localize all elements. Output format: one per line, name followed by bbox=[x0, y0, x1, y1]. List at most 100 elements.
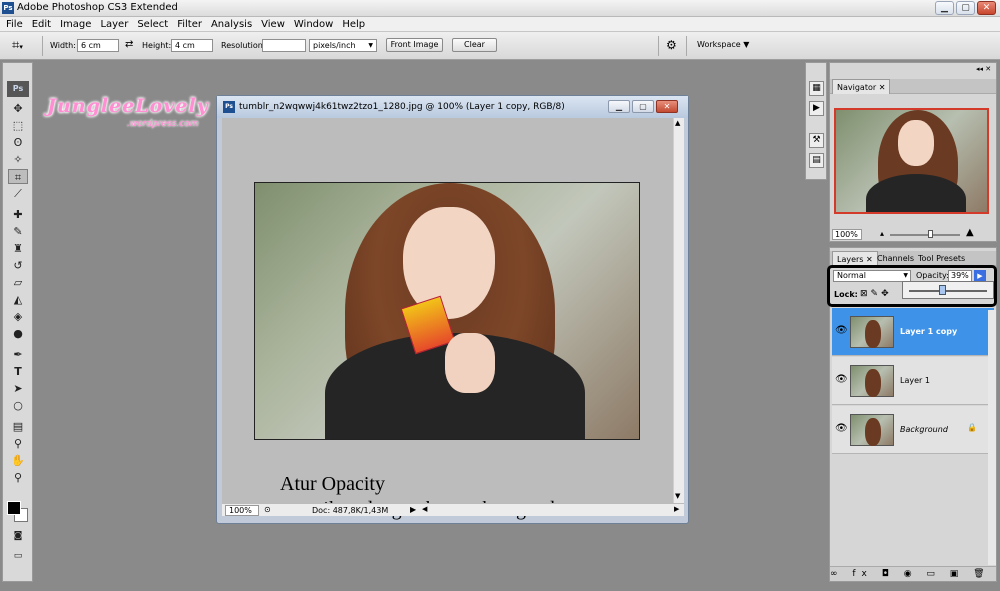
menu-analysis[interactable]: Analysis bbox=[208, 19, 258, 30]
layers-bottom-toolbar[interactable]: ∞ fx ◘ ◉ ▭ ▣ 🗑 bbox=[830, 566, 996, 581]
scroll-up-icon[interactable]: ▲ bbox=[675, 119, 680, 127]
doc-zoom-field[interactable]: 100% bbox=[225, 505, 259, 516]
height-input[interactable]: 4 cm bbox=[171, 39, 213, 52]
navigator-slider-knob[interactable] bbox=[928, 230, 933, 238]
menu-filter[interactable]: Filter bbox=[174, 19, 208, 30]
menu-image[interactable]: Image bbox=[57, 19, 97, 30]
visibility-eye-icon[interactable]: 👁 bbox=[835, 374, 848, 385]
visibility-eye-icon[interactable]: 👁 bbox=[835, 325, 848, 336]
magic-wand-tool-icon[interactable]: ✧ bbox=[8, 152, 28, 167]
resolution-input[interactable] bbox=[262, 39, 306, 52]
navigator-zoom-slider[interactable] bbox=[890, 234, 960, 236]
doc-maximize-button[interactable]: ▢ bbox=[632, 100, 654, 113]
layer-name: Background bbox=[900, 425, 948, 434]
tab-close-icon[interactable]: ✕ bbox=[879, 83, 886, 92]
menu-help[interactable]: Help bbox=[339, 19, 371, 30]
eraser-tool-icon[interactable]: ▱ bbox=[8, 275, 28, 290]
hand-tool-icon[interactable]: ✋ bbox=[8, 453, 28, 468]
type-tool-icon[interactable]: T bbox=[8, 364, 28, 379]
tab-navigator[interactable]: Navigator ✕ bbox=[832, 79, 891, 94]
eyedropper-tool-icon[interactable]: ⚲ bbox=[8, 436, 28, 451]
doc-zoom-icon[interactable]: ⊙ bbox=[264, 505, 271, 514]
menu-view[interactable]: View bbox=[258, 19, 291, 30]
zoom-in-icon[interactable]: ▲ bbox=[966, 227, 974, 238]
resolution-unit-select[interactable]: pixels/inch ▼ bbox=[309, 39, 377, 52]
visibility-eye-icon[interactable]: 👁 bbox=[835, 423, 848, 434]
options-separator bbox=[42, 36, 43, 56]
quick-mask-icon[interactable]: ◙ bbox=[8, 529, 28, 544]
app-title-bar: Ps Adobe Photoshop CS3 Extended ▁ ▢ ✕ bbox=[0, 0, 1000, 17]
doc-minimize-button[interactable]: ▁ bbox=[608, 100, 630, 113]
actions-panel-icon[interactable]: ▶ bbox=[809, 101, 824, 116]
watermark: JungleeLovely .wordpress.com bbox=[47, 95, 208, 135]
paint-bucket-tool-icon[interactable]: ◭ bbox=[8, 292, 28, 307]
lasso-tool-icon[interactable]: ʘ bbox=[8, 135, 28, 150]
clear-button[interactable]: Clear bbox=[452, 38, 497, 52]
menu-layer[interactable]: Layer bbox=[97, 19, 134, 30]
menu-window[interactable]: Window bbox=[291, 19, 339, 30]
zoom-out-icon[interactable]: ▴ bbox=[880, 229, 884, 238]
hscroll-left-icon[interactable]: ◀ bbox=[422, 505, 427, 513]
toolbox: Ps ✥ ⬚ ʘ ✧ ⌗ ⟋ ✚ ✎ ♜ ↺ ▱ ◭ ◈ ● ✒ T ➤ ○ ▤… bbox=[2, 62, 33, 582]
menu-select[interactable]: Select bbox=[134, 19, 174, 30]
tool-presets-icon[interactable]: ⚒ bbox=[809, 133, 824, 148]
move-tool-icon[interactable]: ✥ bbox=[8, 101, 28, 116]
hscroll-right-icon[interactable]: ▶ bbox=[674, 505, 679, 513]
foreground-color-swatch[interactable] bbox=[7, 501, 21, 515]
clone-stamp-tool-icon[interactable]: ♜ bbox=[8, 241, 28, 256]
screen-mode-icon[interactable]: ▭ bbox=[8, 549, 28, 564]
notes-tool-icon[interactable]: ▤ bbox=[8, 419, 28, 434]
layer-row[interactable]: 👁 Layer 1 bbox=[832, 357, 994, 405]
brush-tool-icon[interactable]: ✎ bbox=[8, 224, 28, 239]
watermark-subtitle: .wordpress.com bbox=[127, 119, 199, 129]
tab-layers-label: Layers bbox=[837, 255, 864, 264]
crop-tool-icon[interactable]: ⌗ bbox=[8, 169, 28, 184]
shape-tool-icon[interactable]: ○ bbox=[8, 398, 28, 413]
width-input[interactable]: 6 cm bbox=[77, 39, 119, 52]
tab-layers[interactable]: Layers ✕ bbox=[832, 251, 878, 266]
dodge-tool-icon[interactable]: ● bbox=[8, 326, 28, 341]
layer-comps-icon[interactable]: ▤ bbox=[809, 153, 824, 168]
document-title-bar[interactable]: Ps tumblr_n2wqwwj4k61twz2tzo1_1280.jpg @… bbox=[217, 96, 688, 118]
front-image-button[interactable]: Front Image bbox=[386, 38, 443, 52]
maximize-button[interactable]: ▢ bbox=[956, 1, 975, 15]
doc-size-info: Doc: 487,8K/1,43M bbox=[312, 506, 389, 515]
navigator-zoom-field[interactable]: 100% bbox=[832, 229, 862, 240]
options-separator bbox=[686, 36, 687, 56]
marquee-tool-icon[interactable]: ⬚ bbox=[8, 118, 28, 133]
workspace-menu[interactable]: Workspace ▼ bbox=[697, 40, 749, 49]
layer-row[interactable]: 👁 Background 🔒 bbox=[832, 406, 994, 454]
menu-file[interactable]: File bbox=[3, 19, 29, 30]
layer-row[interactable]: 👁 Layer 1 copy bbox=[832, 308, 994, 356]
tab-channels[interactable]: Channels bbox=[873, 251, 918, 266]
navigator-tab-row: Navigator ✕ bbox=[830, 79, 996, 94]
menu-edit[interactable]: Edit bbox=[29, 19, 57, 30]
swap-dimensions-icon[interactable]: ⇄ bbox=[125, 39, 133, 50]
healing-brush-tool-icon[interactable]: ✚ bbox=[8, 207, 28, 222]
minimize-button[interactable]: ▁ bbox=[935, 1, 954, 15]
history-panel-icon[interactable]: ▦ bbox=[809, 81, 824, 96]
tab-tool-presets[interactable]: Tool Presets bbox=[914, 251, 969, 266]
navigator-thumbnail[interactable] bbox=[834, 108, 989, 214]
crop-tool-preset-icon[interactable]: ⌗▾ bbox=[12, 38, 23, 53]
resolution-label: Resolution: bbox=[221, 41, 266, 50]
layers-scrollbar[interactable] bbox=[988, 310, 996, 565]
slice-tool-icon[interactable]: ⟋ bbox=[8, 186, 28, 201]
layer-thumbnail bbox=[850, 316, 894, 348]
document-window: Ps tumblr_n2wqwwj4k61twz2tzo1_1280.jpg @… bbox=[216, 95, 689, 524]
path-selection-tool-icon[interactable]: ➤ bbox=[8, 381, 28, 396]
status-menu-arrow-icon[interactable]: ▶ bbox=[410, 505, 416, 514]
pen-tool-icon[interactable]: ✒ bbox=[8, 347, 28, 362]
zoom-tool-icon[interactable]: ⚲ bbox=[8, 470, 28, 485]
history-brush-tool-icon[interactable]: ↺ bbox=[8, 258, 28, 273]
tab-close-icon[interactable]: ✕ bbox=[866, 255, 873, 264]
doc-close-button[interactable]: ✕ bbox=[656, 100, 678, 113]
close-button[interactable]: ✕ bbox=[977, 1, 996, 15]
panel-collapse-icon[interactable]: ◂◂ ✕ bbox=[976, 65, 991, 73]
scroll-down-icon[interactable]: ▼ bbox=[675, 492, 680, 500]
blur-tool-icon[interactable]: ◈ bbox=[8, 309, 28, 324]
caption-line-1: Atur Opacity bbox=[280, 473, 385, 495]
canvas-area[interactable]: Atur Opacity sesuaikan dengan kecocokan … bbox=[222, 118, 673, 520]
workspace-icon[interactable]: ⚙ bbox=[666, 38, 677, 52]
vertical-scrollbar[interactable]: ▲ ▼ bbox=[673, 118, 684, 503]
